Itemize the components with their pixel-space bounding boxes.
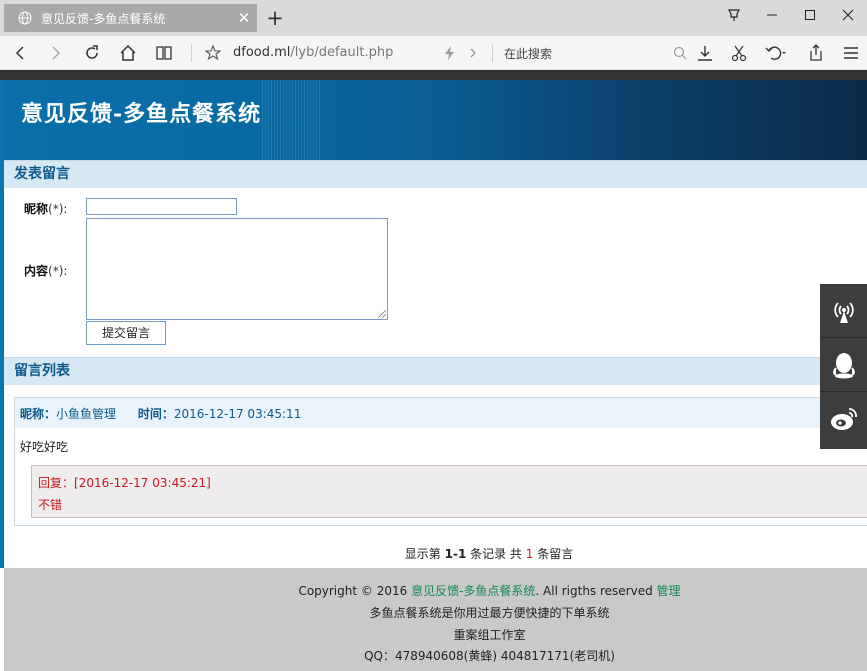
url-host: dfood.ml [233, 45, 291, 60]
address-bar[interactable]: dfood.ml/lyb/default.php [233, 45, 393, 60]
message-nickname: 小鱼鱼管理 [56, 407, 117, 421]
browser-tabbar: 意见反馈-多鱼点餐系统 ✕ + [0, 0, 867, 36]
maximize-icon[interactable] [791, 0, 829, 30]
footer-site-link[interactable]: 意见反馈-多鱼点餐系统 [411, 584, 535, 598]
page: 意见反馈-多鱼点餐系统 发表留言 昵称(*): 内容(*): 提交留言 留言列表… [0, 80, 867, 671]
lightning-icon[interactable] [438, 41, 462, 65]
reply-text: 不错 [38, 498, 63, 512]
download-icon[interactable] [693, 41, 717, 65]
list-section-header: 留言列表 [4, 357, 867, 385]
message-meta: 昵称：小鱼鱼管理 时间：2016-12-17 03:45:11 [15, 398, 867, 428]
message-body: 好吃好吃 [20, 440, 69, 454]
forward-icon[interactable] [44, 41, 68, 65]
search-input[interactable]: 在此搜索 [504, 45, 552, 62]
copyright-line: Copyright © 2016 意见反馈-多鱼点餐系统. All rigths… [298, 584, 681, 598]
reading-view-icon[interactable] [152, 41, 176, 65]
pagination-summary: 显示第 1-1 条记录 共 1 条留言 [404, 547, 574, 561]
admin-reply: 回复：[2016-12-17 03:45:21] 不错 [31, 465, 867, 518]
footer-slogan: 多鱼点餐系统是你用过最方便快捷的下单系统 [369, 606, 610, 620]
window-controls [715, 0, 867, 30]
floating-sidebar [820, 284, 867, 449]
new-tab-button[interactable]: + [262, 6, 288, 30]
admin-link[interactable]: 管理 [657, 584, 681, 598]
footer-contact: QQ：478940608(黄蜂) 404817171(老司机) [364, 649, 615, 663]
undo-icon[interactable] [764, 41, 788, 65]
nickname-input[interactable] [86, 198, 237, 215]
favorite-star-icon[interactable] [201, 41, 225, 65]
page-top-strip [0, 70, 867, 80]
share-icon[interactable] [804, 41, 828, 65]
browser-tab[interactable]: 意见反馈-多鱼点餐系统 ✕ [4, 4, 257, 32]
nickname-label: 昵称(*): [24, 202, 68, 216]
search-icon[interactable] [668, 41, 692, 65]
content-textarea[interactable] [86, 218, 388, 320]
weibo-icon[interactable] [820, 392, 867, 446]
home-icon[interactable] [116, 41, 140, 65]
broadcast-icon[interactable] [820, 284, 867, 338]
scissors-icon[interactable] [727, 41, 751, 65]
menu-icon[interactable] [839, 41, 863, 65]
pin-icon[interactable] [715, 0, 753, 30]
reply-header: 回复：[2016-12-17 03:45:21] [38, 476, 211, 490]
minimize-icon[interactable] [753, 0, 791, 30]
back-icon[interactable] [8, 41, 32, 65]
resize-handle-icon[interactable] [378, 310, 386, 318]
chevron-right-icon[interactable] [461, 41, 485, 65]
reply-time: [2016-12-17 03:45:21] [74, 476, 211, 490]
qq-icon[interactable] [820, 338, 867, 392]
record-range: 1-1 [444, 547, 467, 561]
submit-message-button[interactable]: 提交留言 [86, 321, 166, 345]
close-tab-icon[interactable]: ✕ [231, 9, 257, 27]
refresh-icon[interactable] [80, 41, 104, 65]
site-banner: 意见反馈-多鱼点餐系统 [4, 80, 867, 160]
post-section-header: 发表留言 [4, 160, 867, 188]
message-item: 昵称：小鱼鱼管理 时间：2016-12-17 03:45:11 好吃好吃 回复：… [14, 397, 867, 526]
url-path: /lyb/default.php [290, 45, 394, 60]
tab-title: 意见反馈-多鱼点餐系统 [41, 11, 166, 26]
site-title: 意见反馈-多鱼点餐系统 [21, 101, 262, 127]
message-time: 2016-12-17 03:45:11 [173, 407, 302, 421]
time-field-label: 时间： [137, 407, 174, 421]
nickname-field-label: 昵称： [20, 407, 57, 421]
browser-toolbar: dfood.ml/lyb/default.php 在此搜索 [0, 36, 867, 70]
close-window-icon[interactable] [829, 0, 867, 30]
content-label: 内容(*): [24, 264, 68, 278]
globe-icon [18, 11, 32, 25]
footer-studio: 重案组工作室 [453, 628, 526, 642]
site-footer: Copyright © 2016 意见反馈-多鱼点餐系统. All rigths… [4, 568, 867, 671]
